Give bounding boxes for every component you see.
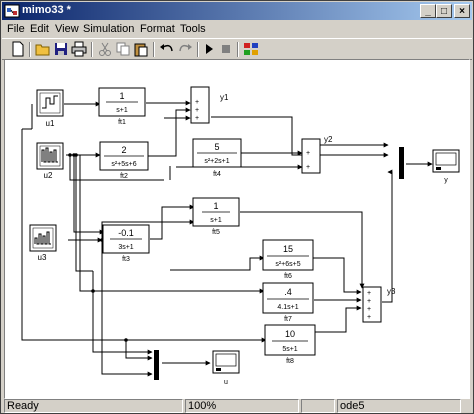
svg-text:15: 15 <box>283 244 293 254</box>
transfer-fcn-ft3[interactable]: -0.1 3s+1 ft3 <box>102 224 150 263</box>
block-label: y1 <box>220 93 229 102</box>
svg-text:s+1: s+1 <box>210 217 222 224</box>
toolbar-separator <box>237 42 239 57</box>
transfer-fcn-ft7[interactable]: .4 4.1s+1 ft7 <box>262 282 314 323</box>
transfer-fcn-ft8[interactable]: 10 5s+1 ft8 <box>264 324 316 365</box>
mux-u-icon[interactable] <box>154 350 159 380</box>
block-label: y2 <box>324 135 333 144</box>
transfer-fcn-ft4[interactable]: 5 s²+2s+1 ft4 <box>192 138 242 178</box>
block-label: ft8 <box>286 358 294 365</box>
block-label: u2 <box>44 171 53 180</box>
svg-text:5s+1: 5s+1 <box>282 346 297 353</box>
sum-block-y2[interactable]: + + y2 <box>301 135 333 174</box>
svg-text:+: + <box>195 107 199 114</box>
toolbar-separator <box>153 42 155 57</box>
menu-view[interactable]: View <box>55 23 79 35</box>
close-button[interactable]: × <box>454 4 470 18</box>
transfer-fcn-ft5[interactable]: 1 s+1 ft5 <box>192 197 240 236</box>
redo-icon[interactable] <box>177 41 193 57</box>
block-label: u1 <box>46 119 55 128</box>
menu-tools[interactable]: Tools <box>180 23 206 35</box>
svg-text:+: + <box>367 298 371 305</box>
scope-block-u[interactable]: u <box>212 350 240 386</box>
svg-text:+: + <box>367 306 371 313</box>
undo-icon[interactable] <box>159 41 175 57</box>
block-label: ft7 <box>284 316 292 323</box>
block-label: y3 <box>387 287 396 296</box>
toolbar-separator <box>91 42 93 57</box>
toolbar-separator <box>197 42 199 57</box>
cut-icon[interactable] <box>97 41 113 57</box>
svg-text:s²+6s+5: s²+6s+5 <box>275 261 300 268</box>
svg-text:+: + <box>195 99 199 106</box>
menu-format[interactable]: Format <box>140 23 175 35</box>
block-label: y <box>444 177 448 184</box>
save-icon[interactable] <box>53 41 69 57</box>
block-label: ft1 <box>118 119 126 126</box>
source-block-u3[interactable]: u3 <box>29 224 57 262</box>
status-bar: Ready 100% ode5 <box>2 399 472 413</box>
svg-text:10: 10 <box>285 329 295 339</box>
new-model-icon[interactable] <box>10 41 26 57</box>
stop-simulation-icon[interactable] <box>218 41 234 57</box>
copy-icon[interactable] <box>115 41 131 57</box>
source-block-u2[interactable]: u2 <box>36 142 64 180</box>
simulink-model-icon <box>4 4 20 18</box>
svg-text:1: 1 <box>119 91 124 101</box>
svg-text:+: + <box>306 164 310 171</box>
block-diagram: u1 u2 u3 1 s+1 ft1 2 s²+5s+6 ft2 -0.1 3s… <box>21 86 460 386</box>
transfer-fcn-ft1[interactable]: 1 s+1 ft1 <box>98 87 146 126</box>
sum-block-y1[interactable]: + + + y1 <box>190 86 229 124</box>
svg-text:3s+1: 3s+1 <box>118 244 133 251</box>
zoom-level: 100% <box>185 399 299 413</box>
title-bar[interactable]: mimo33 * _ □ × <box>2 2 472 20</box>
minimize-button[interactable]: _ <box>420 4 436 18</box>
solver-name: ode5 <box>337 399 461 413</box>
model-window: mimo33 * _ □ × File Edit View Simulation… <box>0 0 474 414</box>
svg-text:.4: .4 <box>284 287 292 297</box>
svg-text:+: + <box>195 115 199 122</box>
menu-simulation[interactable]: Simulation <box>83 23 134 35</box>
menu-bar: File Edit View Simulation Format Tools <box>2 21 472 38</box>
block-label: ft6 <box>284 273 292 280</box>
svg-text:+: + <box>367 290 371 297</box>
svg-text:+: + <box>306 150 310 157</box>
toolbar-separator <box>29 42 31 57</box>
svg-text:1: 1 <box>213 201 218 211</box>
scope-block-y[interactable]: y <box>432 149 460 184</box>
block-label: u3 <box>38 253 47 262</box>
svg-text:s²+5s+6: s²+5s+6 <box>111 161 136 168</box>
library-browser-icon[interactable] <box>243 41 259 57</box>
block-label: ft3 <box>122 256 130 263</box>
svg-text:2: 2 <box>121 145 126 155</box>
status-empty-field <box>301 399 335 413</box>
transfer-fcn-ft6[interactable]: 15 s²+6s+5 ft6 <box>262 239 314 280</box>
sum-block-y3[interactable]: + + + + y3 <box>362 286 396 323</box>
start-simulation-icon[interactable] <box>201 41 217 57</box>
block-label: u <box>224 379 228 386</box>
toolbar <box>2 38 472 60</box>
svg-text:+: + <box>367 314 371 321</box>
model-canvas[interactable]: u1 u2 u3 1 s+1 ft1 2 s²+5s+6 ft2 -0.1 3s… <box>4 59 470 399</box>
menu-file[interactable]: File <box>7 23 25 35</box>
mux-y-icon[interactable] <box>399 147 404 179</box>
transfer-fcn-ft2[interactable]: 2 s²+5s+6 ft2 <box>99 141 149 180</box>
svg-text:s+1: s+1 <box>116 107 128 114</box>
svg-text:-0.1: -0.1 <box>118 228 134 238</box>
window-title: mimo33 * <box>22 4 71 16</box>
block-label: ft5 <box>212 229 220 236</box>
svg-text:s²+2s+1: s²+2s+1 <box>204 158 229 165</box>
paste-icon[interactable] <box>133 41 149 57</box>
block-label: ft2 <box>120 173 128 180</box>
menu-edit[interactable]: Edit <box>30 23 49 35</box>
block-label: ft4 <box>213 171 221 178</box>
open-folder-icon[interactable] <box>35 41 51 57</box>
print-icon[interactable] <box>71 41 87 57</box>
source-block-u1[interactable]: u1 <box>36 89 64 128</box>
svg-text:4.1s+1: 4.1s+1 <box>277 304 298 311</box>
maximize-button[interactable]: □ <box>436 4 452 18</box>
status-text: Ready <box>4 399 183 413</box>
svg-text:5: 5 <box>214 142 219 152</box>
